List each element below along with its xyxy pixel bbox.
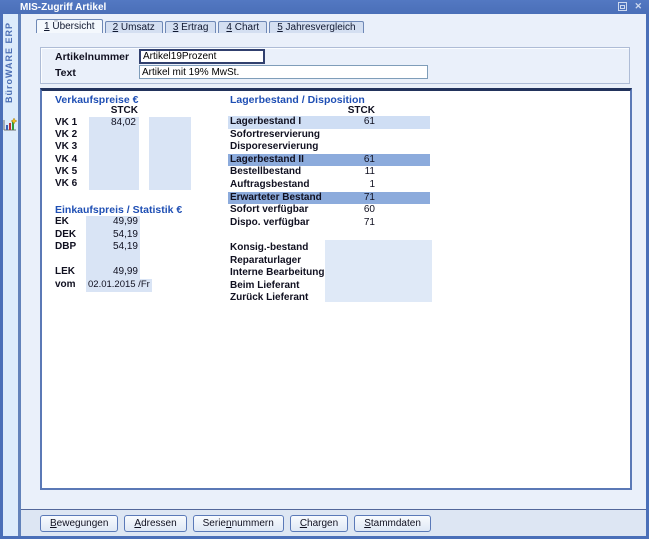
vk-row: VK 4 xyxy=(55,154,191,166)
extra-stock-rows: Konsig.-bestand Reparaturlager Interne B… xyxy=(230,242,370,305)
row-interne-bearbeitung: Interne Bearbeitung xyxy=(230,267,370,280)
window-title: MIS-Zugriff Artikel xyxy=(20,2,106,13)
ek-row-vom: vom02.01.2015 /Fr xyxy=(55,279,205,292)
tab-uebersicht[interactable]: 1 Übersicht xyxy=(36,19,103,33)
ek-row: LEK49,99 xyxy=(55,266,205,279)
lager-rows: Lagerbestand I61 Sofortreservierung Disp… xyxy=(228,116,430,229)
sidebar: BüroWARE ERP xyxy=(3,14,18,536)
restore-window-icon[interactable] xyxy=(618,2,627,11)
ek-row xyxy=(55,254,205,267)
footer-buttons: Bewegungen Adressen Seriennummern Charge… xyxy=(40,515,431,532)
lager-unit-header: STCK xyxy=(330,105,375,116)
lek-date-value: 02.01.2015 /Fr xyxy=(86,279,152,292)
einkaufspreis-heading: Einkaufspreis / Statistik € xyxy=(55,204,182,216)
vk-row: VK 184,02 xyxy=(55,117,191,129)
chart-icon xyxy=(3,117,17,131)
titlebar: MIS-Zugriff Artikel ✕ xyxy=(0,0,649,14)
row-reparaturlager: Reparaturlager xyxy=(230,255,370,268)
lager-row-disporeservierung: Disporeservierung xyxy=(228,141,430,154)
tab-chart[interactable]: 4 Chart xyxy=(218,21,267,33)
adressen-button[interactable]: Adressen xyxy=(124,515,186,532)
stammdaten-button[interactable]: Stammdaten xyxy=(354,515,431,532)
row-konsig-bestand: Konsig.-bestand xyxy=(230,242,370,255)
lager-row-dispo-verfuegbar: Dispo. verfügbar71 xyxy=(228,217,430,230)
row-beim-lieferant: Beim Lieferant xyxy=(230,280,370,293)
lager-row-sofort-verfuegbar: Sofort verfügbar60 xyxy=(228,204,430,217)
tab-ertrag[interactable]: 3 Ertrag xyxy=(165,21,217,33)
vk-row: VK 5 xyxy=(55,166,191,178)
sidebar-divider xyxy=(18,14,21,536)
lager-row-erwarteter-bestand: Erwarteter Bestand71 xyxy=(228,192,430,205)
lager-row-auftragsbestand: Auftragsbestand1 xyxy=(228,179,430,192)
ek-row: EK49,99 xyxy=(55,216,205,229)
bewegungen-button[interactable]: Bewegungen xyxy=(40,515,118,532)
ek-rows: EK49,99 DEK54,19 DBP54,19 LEK49,99 vom02… xyxy=(55,216,205,292)
close-icon[interactable]: ✕ xyxy=(634,2,642,11)
tab-bar: 1 Übersicht 2 Umsatz 3 Ertrag 4 Chart 5 … xyxy=(36,19,366,33)
text-field[interactable] xyxy=(139,65,428,79)
row-zurueck-lieferant: Zurück Lieferant xyxy=(230,292,370,305)
artikelnummer-label: Artikelnummer xyxy=(55,51,129,63)
vk-row: VK 3 xyxy=(55,141,191,153)
lager-row-sofortreservierung: Sofortreservierung xyxy=(228,129,430,142)
brand-vertical-label: BüroWARE ERP xyxy=(4,22,14,103)
vk-row: VK 6 xyxy=(55,178,191,190)
lager-row-bestellbestand: Bestellbestand11 xyxy=(228,166,430,179)
artikelnummer-field[interactable] xyxy=(139,49,265,64)
lager-row-lagerbestand-2: Lagerbestand II61 xyxy=(228,154,430,167)
vk-rows: VK 184,02 VK 2 VK 3 VK 4 VK 5 VK 6 xyxy=(55,117,191,190)
vk-row: VK 2 xyxy=(55,129,191,141)
mis-zugriff-artikel-window: MIS-Zugriff Artikel ✕ BüroWARE ERP 1 Übe… xyxy=(0,0,649,539)
seriennummern-button[interactable]: Seriennummern xyxy=(193,515,284,532)
lager-row-lagerbestand-1: Lagerbestand I61 xyxy=(228,116,430,129)
verkauf-unit-header: STCK xyxy=(90,105,138,116)
ek-row: DEK54,19 xyxy=(55,229,205,242)
chargen-button[interactable]: Chargen xyxy=(290,515,348,532)
tab-jahresvergleich[interactable]: 5 Jahresvergleich xyxy=(269,21,363,33)
overview-panel: Verkaufspreise € STCK VK 184,02 VK 2 VK … xyxy=(40,88,632,490)
text-label: Text xyxy=(55,67,76,79)
tab-umsatz[interactable]: 2 Umsatz xyxy=(105,21,163,33)
ek-row: DBP54,19 xyxy=(55,241,205,254)
